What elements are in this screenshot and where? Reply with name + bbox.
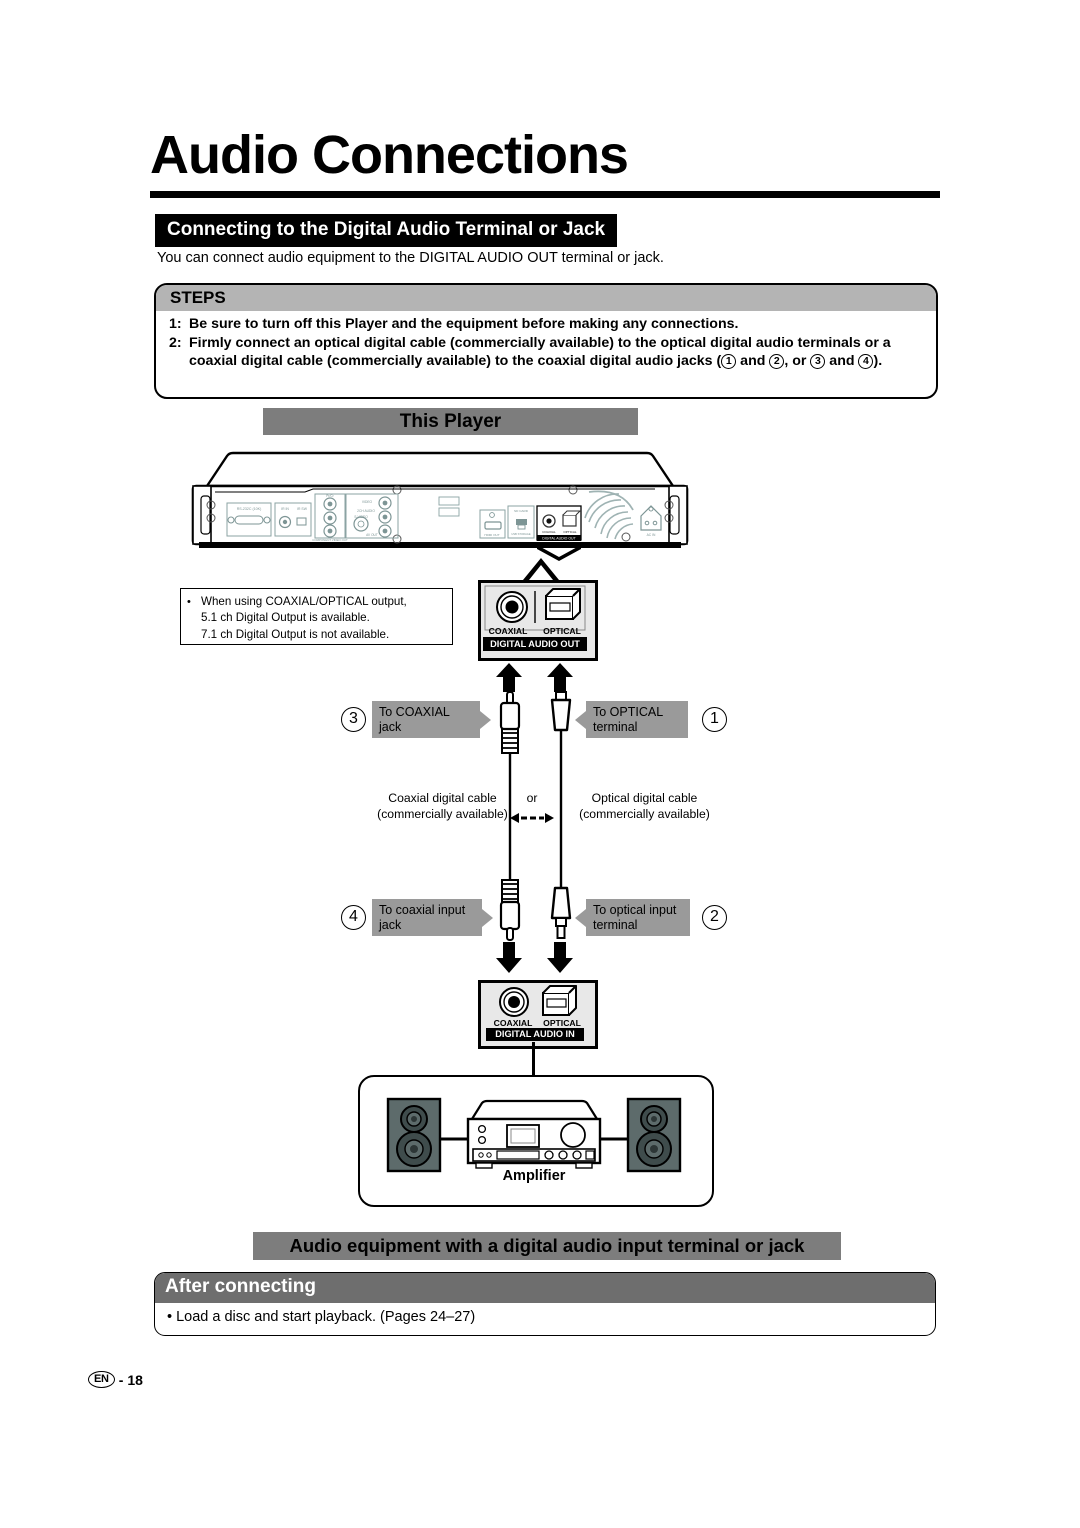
after-text: Load a disc and start playback. (Pages 2… [176, 1309, 476, 1325]
arrow-down-coaxial [495, 942, 523, 974]
arrow-down-optical [546, 942, 574, 974]
or-label: or [526, 791, 538, 805]
arrow-up-optical [546, 662, 574, 692]
note-line-2: 5.1 ch Digital Output is available. [201, 611, 370, 625]
callout-to-coaxial-input-jack-text: To coaxial input jack [379, 903, 466, 932]
note-box: • When using COAXIAL/OPTICAL output, 5.1… [180, 588, 453, 645]
after-connecting-box: After connecting • Load a disc and start… [154, 1272, 936, 1336]
or-double-arrow [508, 810, 556, 826]
dai-title: DIGITAL AUDIO IN [486, 1028, 584, 1041]
page-title: Audio Connections [150, 125, 629, 185]
dai-coaxial-label: COAXIAL [493, 1018, 533, 1028]
this-player-header: This Player [263, 408, 638, 435]
dao-coaxial-label: COAXIAL [488, 626, 528, 636]
callout-to-optical-input-terminal: To optical input terminal [586, 899, 690, 936]
after-connecting-header: After connecting [155, 1273, 935, 1303]
steps-box: STEPS 1: Be sure to turn off this Player … [154, 283, 938, 399]
step-circled-number: 2 [769, 354, 785, 370]
arrow-up-coaxial [495, 662, 523, 692]
step-text: Firmly connect an optical digital cable … [189, 334, 891, 370]
svg-text:VIDEO: VIDEO [362, 500, 373, 504]
footer-page-number: 18 [127, 1371, 143, 1388]
step-circled-number: 4 [858, 354, 874, 370]
svg-text:S-VIDEO: S-VIDEO [354, 515, 368, 519]
manual-page: Audio Connections Connecting to the Digi… [0, 0, 1080, 1528]
section-intro: You can connect audio equipment to the D… [157, 250, 664, 266]
steps-header: STEPS [156, 285, 936, 311]
svg-text:AV OUT: AV OUT [366, 533, 378, 537]
step-circled-number: 1 [721, 354, 737, 370]
section-header: Connecting to the Digital Audio Terminal… [155, 214, 618, 247]
callout-number-3: 3 [341, 707, 366, 732]
optical-cable-label: Optical digital cable (commercially avai… [579, 791, 710, 822]
steps-list: 1: Be sure to turn off this Player and th… [156, 311, 936, 371]
svg-text:USB STORAGE: USB STORAGE [511, 532, 531, 536]
svg-text:RS-232C (10K): RS-232C (10K) [237, 507, 262, 511]
step-circled-number: 3 [810, 354, 826, 370]
step-text: Be sure to turn off this Player and the … [189, 316, 739, 332]
after-connecting-body: • Load a disc and start playback. (Pages… [155, 1303, 935, 1325]
audio-equipment-header: Audio equipment with a digital audio inp… [253, 1232, 841, 1260]
svg-text:IR IN: IR IN [281, 507, 289, 511]
note-line-3: 7.1 ch Digital Output is not available. [201, 627, 390, 641]
coaxial-cable-label: Coaxial digital cable (commercially avai… [377, 791, 508, 822]
svg-text:Pr/Cr: Pr/Cr [326, 494, 334, 498]
callout-to-optical-terminal: To OPTICAL terminal [586, 701, 688, 738]
svg-text:2CH AUDIO: 2CH AUDIO [357, 509, 375, 513]
step-item: 2: Firmly connect an optical digital cabl… [169, 334, 926, 371]
footer-separator: - [118, 1371, 124, 1388]
svg-text:COMPONENT VIDEO OUT: COMPONENT VIDEO OUT [312, 538, 348, 542]
callout-number-4: 4 [341, 905, 366, 930]
svg-text:COAXIAL: COAXIAL [542, 530, 556, 534]
callout-to-optical-input-terminal-text: To optical input terminal [593, 903, 677, 932]
svg-text:HDMI OUT: HDMI OUT [484, 533, 499, 537]
player-rear-panel-illustration: RS-232C (10K) IR IN IR SW Pr/Cr COMPONEN… [185, 448, 695, 563]
svg-text:IR SW: IR SW [297, 507, 308, 511]
callout-to-coaxial-input-jack: To coaxial input jack [372, 899, 482, 936]
dao-title: DIGITAL AUDIO OUT [483, 637, 587, 651]
callout-to-optical-terminal-text: To OPTICAL terminal [593, 705, 664, 734]
step-number: 1: [169, 316, 182, 332]
dai-optical-label: OPTICAL [543, 1018, 581, 1028]
page-footer: EN - 18 [88, 1371, 143, 1388]
dao-optical-label: OPTICAL [543, 626, 581, 636]
digital-audio-out-panel: COAXIAL OPTICAL DIGITAL AUDIO OUT [478, 580, 598, 661]
after-bullet: • [167, 1309, 173, 1325]
svg-text:DIGITAL AUDIO OUT: DIGITAL AUDIO OUT [542, 537, 576, 541]
svg-text:AC IN: AC IN [647, 533, 656, 537]
title-divider [150, 191, 940, 198]
svg-text:SD CARD: SD CARD [514, 509, 529, 513]
digital-audio-in-panel: COAXIAL OPTICAL DIGITAL AUDIO IN [478, 980, 598, 1049]
note-line-1: When using COAXIAL/OPTICAL output, [201, 595, 407, 608]
callout-number-2: 2 [702, 905, 727, 930]
svg-text:OPTICAL: OPTICAL [563, 530, 577, 534]
zoom-pointer [520, 556, 562, 582]
dai-to-amp-connector [532, 1042, 535, 1076]
amplifier-enclosure [358, 1075, 714, 1207]
step-number: 2: [169, 334, 182, 351]
callout-number-1: 1 [702, 707, 727, 732]
step-item: 1: Be sure to turn off this Player and th… [169, 315, 926, 334]
callout-to-coaxial-jack: To COAXIAL jack [372, 701, 480, 738]
amplifier-label: Amplifier [502, 1168, 566, 1184]
callout-to-coaxial-jack-text: To COAXIAL jack [379, 705, 450, 734]
language-badge: EN [88, 1371, 115, 1388]
note-bullet: • [187, 596, 191, 608]
